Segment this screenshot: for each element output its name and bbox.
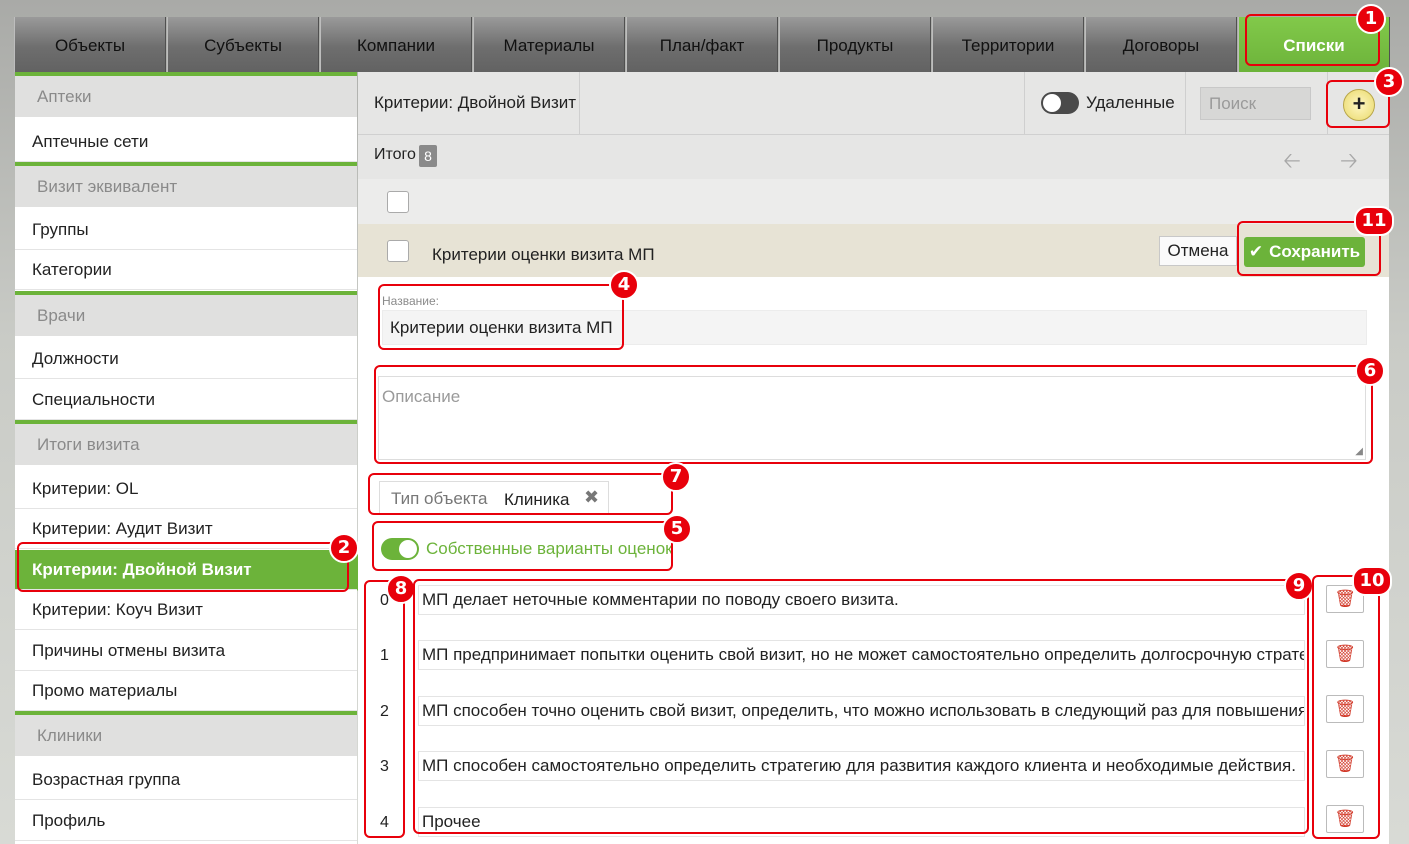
tab-companies[interactable]: Компании (320, 17, 472, 72)
sidebar-item-criteria-ol[interactable]: Критерии: OL (15, 469, 357, 509)
edit-row-title: Критерии оценки визита МП (432, 245, 655, 264)
search-input[interactable]: Поиск (1200, 87, 1311, 120)
sidebar-group-clinics[interactable]: Клиники (15, 711, 357, 756)
annotation-number: 5 (662, 514, 692, 544)
annotation-number: 7 (661, 462, 691, 492)
sidebar-item-groups[interactable]: Группы (15, 210, 357, 250)
arrow-right-icon[interactable]: 🡢 (1340, 144, 1358, 182)
sidebar-item-criteria-coach[interactable]: Критерии: Коуч Визит (15, 590, 357, 630)
annotation-number: 1 (1356, 4, 1386, 34)
sidebar-item-promo-materials[interactable]: Промо материалы (15, 671, 357, 711)
select-all-row (358, 179, 1389, 224)
header-divider (1024, 72, 1025, 134)
annotation-number: 6 (1355, 356, 1385, 386)
edit-row: Критерии оценки визита МП Отмена ✔ Сохра… (358, 224, 1389, 277)
annotation-number: 8 (386, 574, 416, 604)
tab-plan-fact[interactable]: План/факт (626, 17, 778, 72)
sidebar-group-pharmacies[interactable]: Аптеки (15, 72, 357, 117)
total-count-badge: 8 (419, 145, 437, 167)
tab-contracts[interactable]: Договоры (1085, 17, 1237, 72)
arrow-left-icon[interactable]: 🡠 (1283, 144, 1301, 182)
annotation-box (374, 365, 1373, 464)
header-divider (1185, 72, 1186, 134)
annotation-box (364, 580, 405, 838)
tab-objects[interactable]: Объекты (14, 17, 166, 72)
list-header: Критерии: Двойной Визит Удаленные Поиск … (358, 72, 1389, 135)
annotation-number: 11 (1354, 206, 1394, 236)
cancel-button[interactable]: Отмена (1159, 236, 1237, 266)
sidebar-item-age-group[interactable]: Возрастная группа (15, 760, 357, 800)
header-divider (579, 72, 580, 134)
total-label: Итого (374, 146, 416, 163)
top-tabs: Объекты Субъекты Компании Материалы План… (14, 17, 1390, 72)
deleted-label: Удаленные (1086, 93, 1175, 112)
sidebar: Аптеки Аптечные сети Визит эквивалент Гр… (15, 72, 357, 844)
tab-subjects[interactable]: Субъекты (167, 17, 319, 72)
deleted-toggle[interactable] (1041, 92, 1079, 114)
annotation-box (378, 284, 624, 350)
annotation-box (17, 542, 349, 592)
sidebar-item-pharmacy-chains[interactable]: Аптечные сети (15, 122, 357, 162)
sidebar-item-profile[interactable]: Профиль (15, 801, 357, 841)
annotation-number: 4 (609, 270, 639, 300)
sidebar-group-doctors[interactable]: Врачи (15, 291, 357, 336)
sidebar-group-visit-results[interactable]: Итоги визита (15, 420, 357, 465)
sidebar-item-categories[interactable]: Категории (15, 250, 357, 290)
sidebar-item-cancel-reasons[interactable]: Причины отмены визита (15, 631, 357, 671)
annotation-number: 3 (1374, 67, 1404, 97)
tab-territories[interactable]: Территории (932, 17, 1084, 72)
sidebar-group-visit-equivalent[interactable]: Визит эквивалент (15, 162, 357, 207)
annotation-number: 2 (329, 533, 359, 563)
tab-materials[interactable]: Материалы (473, 17, 625, 72)
annotation-number: 10 (1352, 566, 1392, 596)
summary-bar: Итого 8 🡠 🡢 (358, 135, 1389, 179)
tab-products[interactable]: Продукты (779, 17, 931, 72)
annotation-box (413, 579, 1309, 834)
annotation-box (372, 521, 673, 571)
annotation-box (368, 473, 673, 515)
page-title: Критерии: Двойной Визит (374, 93, 577, 112)
annotation-box (1312, 575, 1380, 839)
sidebar-item-specialties[interactable]: Специальности (15, 380, 357, 420)
annotation-number: 9 (1284, 571, 1314, 601)
select-all-checkbox[interactable] (387, 191, 409, 213)
sidebar-item-positions[interactable]: Должности (15, 339, 357, 379)
row-checkbox[interactable] (387, 240, 409, 262)
